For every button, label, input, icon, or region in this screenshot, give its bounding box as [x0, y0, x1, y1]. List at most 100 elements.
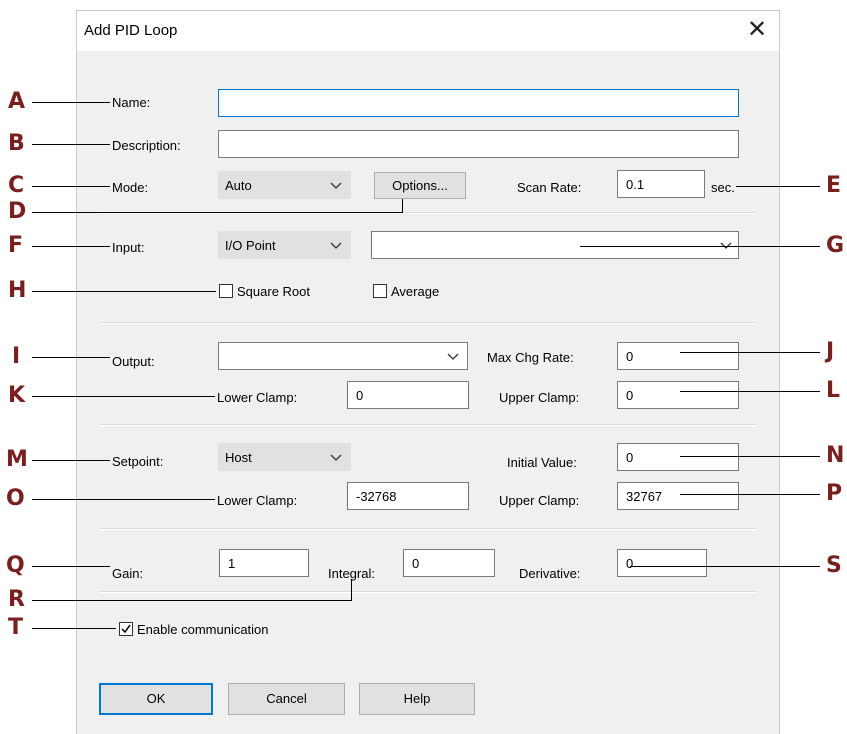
callout-i: I [12, 344, 21, 369]
divider [99, 592, 757, 593]
integral-field[interactable] [403, 549, 495, 577]
dialog-title: Add PID Loop [84, 22, 178, 39]
scan-rate-label: Scan Rate: [517, 180, 582, 195]
callout-g: G [826, 233, 845, 258]
callout-leader [32, 460, 110, 461]
setpoint-upper-clamp-field[interactable] [617, 482, 739, 510]
callout-s: S [826, 553, 842, 578]
callout-leader [32, 291, 216, 292]
callout-n: N [826, 443, 845, 468]
callout-leader [32, 144, 110, 145]
derivative-field[interactable] [617, 549, 707, 577]
callout-leader [402, 199, 403, 213]
ok-button[interactable]: OK [99, 683, 213, 715]
callout-leader [32, 566, 110, 567]
setpoint-select[interactable]: Host [218, 443, 351, 471]
options-button[interactable]: Options... [374, 172, 466, 199]
initial-value-field[interactable] [617, 443, 739, 471]
callout-leader [630, 566, 820, 567]
callout-j: J [826, 339, 835, 364]
callout-t: T [8, 615, 24, 640]
chevron-down-icon [330, 242, 342, 249]
input-point-select[interactable] [371, 231, 739, 259]
output-upper-clamp-field[interactable] [617, 381, 739, 409]
callout-leader [351, 580, 352, 601]
callout-leader [32, 600, 352, 601]
chevron-down-icon [330, 454, 342, 461]
callout-a: A [8, 89, 26, 114]
divider [99, 323, 757, 324]
chevron-down-icon [447, 353, 459, 360]
callout-leader [32, 628, 116, 629]
square-root-checkbox[interactable] [219, 284, 233, 298]
divider [99, 213, 757, 214]
callout-k: K [8, 383, 26, 408]
max-chg-rate-field[interactable] [617, 342, 739, 370]
callout-leader [32, 186, 110, 187]
setpoint-value: Host [225, 450, 252, 465]
title-bar: Add PID Loop ✕ [77, 11, 779, 51]
setpoint-label: Setpoint: [112, 454, 164, 469]
checkmark-icon [121, 624, 131, 634]
help-button[interactable]: Help [359, 683, 475, 715]
chevron-down-icon [330, 182, 342, 189]
gain-field[interactable] [219, 549, 309, 577]
enable-communication-label: Enable communication [137, 622, 269, 637]
callout-d: D [8, 199, 27, 224]
callout-leader [32, 499, 215, 500]
setpoint-lower-clamp-label: Lower Clamp: [217, 493, 298, 508]
mode-select[interactable]: Auto [218, 171, 351, 199]
callout-leader [32, 396, 215, 397]
callout-f: F [8, 233, 24, 258]
integral-label: Integral: [328, 566, 375, 581]
output-lower-clamp-field[interactable] [347, 381, 469, 409]
callout-leader [736, 186, 820, 187]
input-type-select[interactable]: I/O Point [218, 231, 351, 259]
divider [99, 425, 757, 426]
scan-rate-unit: sec. [711, 180, 735, 195]
output-lower-clamp-label: Lower Clamp: [217, 390, 298, 405]
callout-h: H [8, 278, 27, 303]
average-label: Average [391, 284, 440, 299]
name-field[interactable] [218, 89, 739, 117]
callout-b: B [8, 131, 25, 156]
description-field[interactable] [218, 130, 739, 158]
callout-leader [580, 246, 820, 247]
chevron-down-icon [720, 242, 732, 249]
input-label: Input: [112, 240, 145, 255]
square-root-label: Square Root [237, 284, 310, 299]
gain-label: Gain: [112, 566, 144, 581]
callout-leader [680, 391, 820, 392]
callout-leader [680, 494, 820, 495]
scan-rate-field[interactable] [617, 170, 705, 198]
description-label: Description: [112, 138, 181, 153]
callout-l: L [826, 378, 841, 403]
mode-value: Auto [225, 178, 252, 193]
output-upper-clamp-label: Upper Clamp: [499, 390, 580, 405]
callout-leader [680, 456, 820, 457]
input-type-value: I/O Point [225, 238, 276, 253]
derivative-label: Derivative: [519, 566, 581, 581]
callout-m: M [6, 447, 28, 472]
callout-leader [32, 102, 110, 103]
callout-r: R [8, 587, 25, 612]
max-chg-rate-label: Max Chg Rate: [487, 350, 574, 365]
callout-leader [32, 357, 110, 358]
divider [99, 529, 757, 530]
mode-label: Mode: [112, 180, 149, 195]
enable-communication-checkbox[interactable] [119, 622, 133, 636]
callout-q: Q [6, 553, 25, 578]
callout-p: P [826, 481, 843, 506]
name-label: Name: [112, 95, 151, 110]
setpoint-upper-clamp-label: Upper Clamp: [499, 493, 580, 508]
average-checkbox[interactable] [373, 284, 387, 298]
callout-leader [680, 352, 820, 353]
output-select[interactable] [218, 342, 468, 370]
callout-leader [32, 212, 402, 213]
callout-o: O [6, 486, 25, 511]
close-icon[interactable]: ✕ [745, 17, 769, 43]
setpoint-lower-clamp-field[interactable] [347, 482, 469, 510]
initial-value-label: Initial Value: [507, 455, 577, 470]
cancel-button[interactable]: Cancel [228, 683, 345, 715]
callout-c: C [8, 173, 25, 198]
